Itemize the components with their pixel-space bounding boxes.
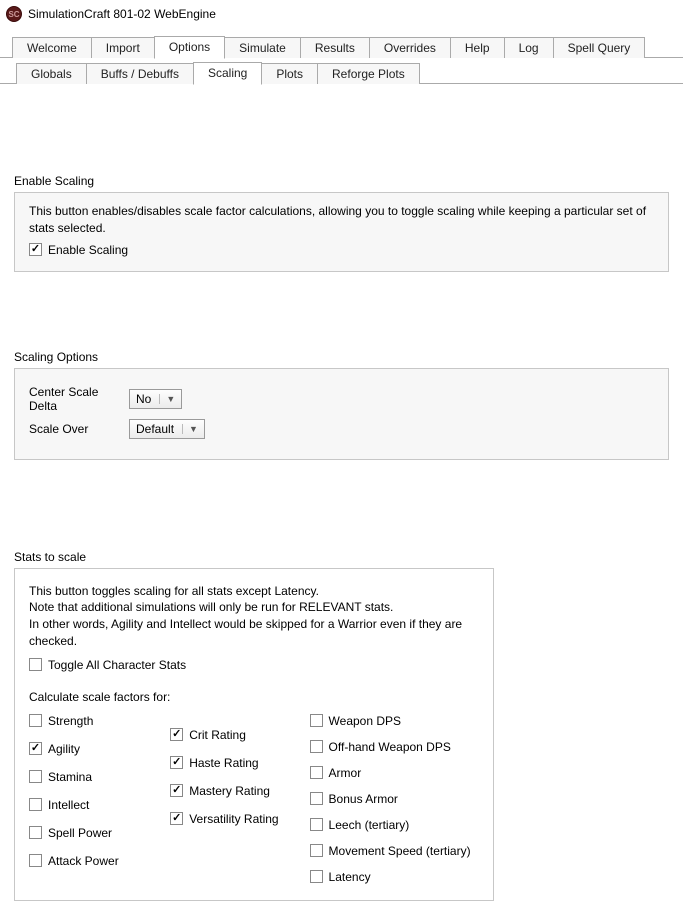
center-scale-delta-select[interactable]: No ▼	[129, 389, 182, 409]
stats-column-1: Strength Agility Stamina Intellect Spell Pow…	[29, 714, 170, 868]
scaling-options-group: Center Scale Delta No ▼ Scale Over Defau…	[14, 368, 669, 460]
stat-checkbox-latency[interactable]	[310, 870, 323, 883]
stat-item-crit-rating: Crit Rating	[170, 728, 309, 742]
stat-item-movement-speed-tertiary-: Movement Speed (tertiary)	[310, 844, 479, 858]
main-tab-results[interactable]: Results	[300, 37, 370, 58]
center-scale-delta-label: Center Scale Delta	[29, 385, 129, 413]
stat-label: Mastery Rating	[189, 784, 270, 798]
stat-label: Leech (tertiary)	[329, 818, 410, 832]
stat-label: Intellect	[48, 798, 89, 812]
scaling-options-title: Scaling Options	[14, 350, 669, 364]
stat-label: Armor	[329, 766, 362, 780]
stat-label: Movement Speed (tertiary)	[329, 844, 471, 858]
stat-item-agility: Agility	[29, 742, 170, 756]
main-tab-bar: WelcomeImportOptionsSimulateResultsOverr…	[0, 36, 683, 58]
sub-tab-reforge-plots[interactable]: Reforge Plots	[317, 63, 420, 84]
stat-checkbox-strength[interactable]	[29, 714, 42, 727]
stat-checkbox-weapon-dps[interactable]	[310, 714, 323, 727]
scale-over-label: Scale Over	[29, 422, 129, 436]
main-tab-help[interactable]: Help	[450, 37, 505, 58]
main-tab-simulate[interactable]: Simulate	[224, 37, 301, 58]
stat-label: Haste Rating	[189, 756, 258, 770]
enable-scaling-checkbox-label: Enable Scaling	[48, 243, 128, 257]
chevron-down-icon: ▼	[159, 394, 175, 404]
sub-tab-bar: GlobalsBuffs / DebuffsScalingPlotsReforg…	[0, 62, 683, 84]
stats-desc: This button toggles scaling for all stat…	[29, 583, 479, 650]
main-tab-import[interactable]: Import	[91, 37, 155, 58]
stats-to-scale-group: This button toggles scaling for all stat…	[14, 568, 494, 901]
stat-label: Agility	[48, 742, 80, 756]
stat-label: Strength	[48, 714, 93, 728]
stat-label: Stamina	[48, 770, 92, 784]
stat-checkbox-crit-rating[interactable]	[170, 728, 183, 741]
stat-item-leech-tertiary-: Leech (tertiary)	[310, 818, 479, 832]
scale-over-value: Default	[136, 422, 174, 436]
stat-checkbox-mastery-rating[interactable]	[170, 784, 183, 797]
stat-label: Latency	[329, 870, 371, 884]
stat-item-stamina: Stamina	[29, 770, 170, 784]
stat-item-strength: Strength	[29, 714, 170, 728]
toggle-all-stats-label: Toggle All Character Stats	[48, 658, 186, 672]
stat-item-off-hand-weapon-dps: Off-hand Weapon DPS	[310, 740, 479, 754]
stat-item-intellect: Intellect	[29, 798, 170, 812]
stat-label: Weapon DPS	[329, 714, 402, 728]
stat-item-spell-power: Spell Power	[29, 826, 170, 840]
stat-checkbox-leech-tertiary-[interactable]	[310, 818, 323, 831]
stat-item-attack-power: Attack Power	[29, 854, 170, 868]
stat-checkbox-bonus-armor[interactable]	[310, 792, 323, 805]
stat-label: Attack Power	[48, 854, 119, 868]
stats-column-2: Crit Rating Haste Rating Mastery Rating Ver…	[170, 714, 309, 826]
toggle-all-stats-checkbox[interactable]	[29, 658, 42, 671]
sub-tab-plots[interactable]: Plots	[261, 63, 318, 84]
enable-scaling-group: This button enables/disables scale facto…	[14, 192, 669, 272]
main-tab-options[interactable]: Options	[154, 36, 225, 59]
stat-checkbox-off-hand-weapon-dps[interactable]	[310, 740, 323, 753]
main-tab-welcome[interactable]: Welcome	[12, 37, 92, 58]
enable-scaling-desc: This button enables/disables scale facto…	[29, 203, 654, 237]
stat-checkbox-haste-rating[interactable]	[170, 756, 183, 769]
stat-label: Spell Power	[48, 826, 112, 840]
scale-over-select[interactable]: Default ▼	[129, 419, 205, 439]
stat-checkbox-attack-power[interactable]	[29, 854, 42, 867]
stat-item-weapon-dps: Weapon DPS	[310, 714, 479, 728]
stat-item-haste-rating: Haste Rating	[170, 756, 309, 770]
enable-scaling-title: Enable Scaling	[14, 174, 669, 188]
stat-checkbox-agility[interactable]	[29, 742, 42, 755]
stats-to-scale-title: Stats to scale	[14, 550, 669, 564]
sub-tab-scaling[interactable]: Scaling	[193, 62, 262, 85]
window-title-bar: SC SimulationCraft 801-02 WebEngine	[0, 0, 683, 28]
chevron-down-icon: ▼	[182, 424, 198, 434]
stat-checkbox-spell-power[interactable]	[29, 826, 42, 839]
main-tab-spell-query[interactable]: Spell Query	[553, 37, 646, 58]
app-icon: SC	[6, 6, 22, 22]
stat-checkbox-armor[interactable]	[310, 766, 323, 779]
calculate-scale-factors-label: Calculate scale factors for:	[29, 690, 479, 704]
stat-label: Crit Rating	[189, 728, 246, 742]
center-scale-delta-value: No	[136, 392, 151, 406]
stats-column-3: Weapon DPS Off-hand Weapon DPS Armor Bonus …	[310, 714, 479, 884]
stat-item-bonus-armor: Bonus Armor	[310, 792, 479, 806]
window-title: SimulationCraft 801-02 WebEngine	[28, 7, 216, 21]
stat-item-armor: Armor	[310, 766, 479, 780]
page-content: Enable Scaling This button enables/disab…	[0, 174, 683, 915]
stat-label: Off-hand Weapon DPS	[329, 740, 451, 754]
sub-tab-globals[interactable]: Globals	[16, 63, 87, 84]
main-tab-overrides[interactable]: Overrides	[369, 37, 451, 58]
stat-label: Bonus Armor	[329, 792, 398, 806]
sub-tab-buffs-debuffs[interactable]: Buffs / Debuffs	[86, 63, 194, 84]
stat-checkbox-versatility-rating[interactable]	[170, 812, 183, 825]
stat-item-mastery-rating: Mastery Rating	[170, 784, 309, 798]
main-tab-log[interactable]: Log	[504, 37, 554, 58]
stat-checkbox-stamina[interactable]	[29, 770, 42, 783]
stat-label: Versatility Rating	[189, 812, 278, 826]
stat-item-latency: Latency	[310, 870, 479, 884]
stat-checkbox-intellect[interactable]	[29, 798, 42, 811]
enable-scaling-checkbox[interactable]	[29, 243, 42, 256]
stat-checkbox-movement-speed-tertiary-[interactable]	[310, 844, 323, 857]
stat-item-versatility-rating: Versatility Rating	[170, 812, 309, 826]
